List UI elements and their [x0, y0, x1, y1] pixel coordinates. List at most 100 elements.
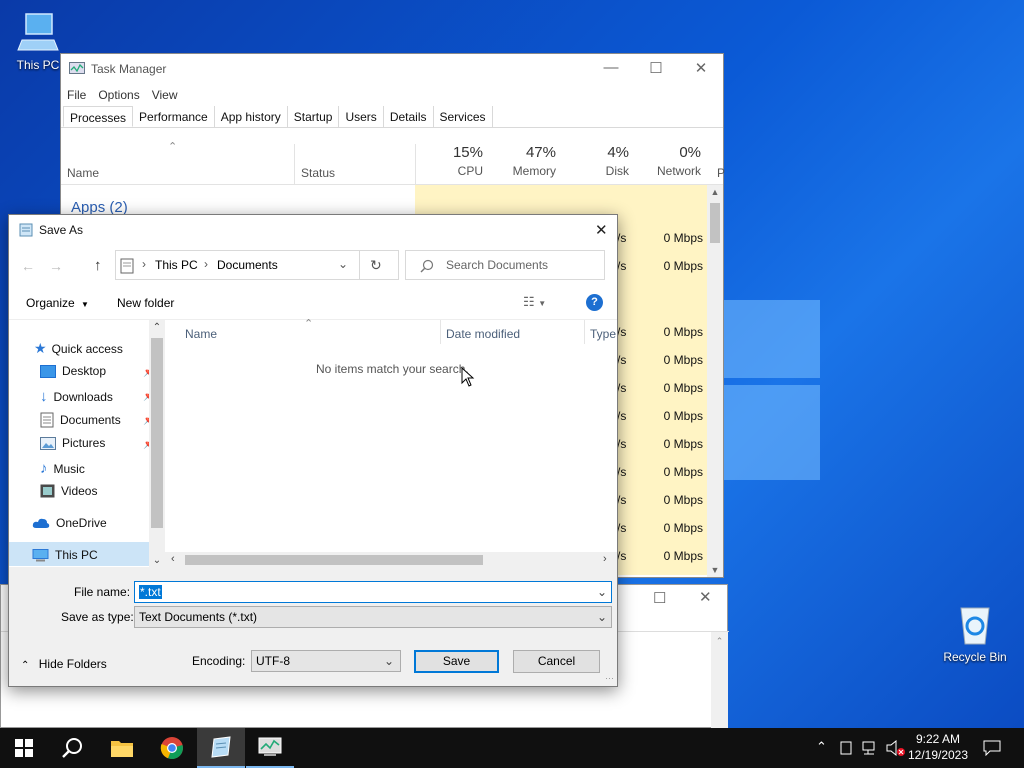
address-bar[interactable]: › This PC › Documents ⌄ ↻	[115, 250, 399, 280]
close-button[interactable]: ✕	[699, 588, 712, 606]
tab-processes[interactable]: Processes	[63, 106, 134, 127]
clock[interactable]: 9:22 AM 12/19/2023	[905, 731, 971, 763]
tab-details[interactable]: Details	[384, 106, 434, 127]
dialog-title: Save As	[39, 223, 84, 237]
close-button[interactable]: ✕	[678, 59, 724, 77]
column-header-power-truncated[interactable]: P	[717, 166, 725, 180]
resize-grip-icon[interactable]: ⋯	[605, 673, 614, 684]
network-value: 0 Mbps	[663, 381, 703, 395]
forward-arrow-icon[interactable]: →	[49, 258, 63, 274]
hide-folders-button[interactable]: ⌃ Hide Folders	[21, 657, 107, 671]
file-explorer-button[interactable]	[98, 728, 146, 768]
back-arrow-icon[interactable]: ←	[21, 258, 35, 274]
nav-music[interactable]: ♪ Music	[40, 460, 85, 477]
nav-desktop[interactable]: Desktop	[40, 364, 106, 378]
vertical-scrollbar[interactable]: ▲ ▼	[707, 185, 723, 577]
new-folder-button[interactable]: New folder	[117, 296, 174, 310]
notification-icon[interactable]	[983, 740, 1001, 756]
save-as-type-select[interactable]: Text Documents (*.txt) ⌄	[134, 606, 612, 628]
address-dropdown-icon[interactable]: ⌄	[338, 257, 348, 271]
column-header-type[interactable]: Type	[590, 327, 616, 341]
minimize-button[interactable]: —	[588, 59, 634, 76]
nav-videos[interactable]: Videos	[40, 484, 97, 498]
scroll-up-icon[interactable]: ⌃	[149, 322, 165, 333]
nav-quick-access[interactable]: ★ Quick access	[34, 340, 123, 357]
view-options-icon[interactable]: ☷ ▼	[523, 294, 546, 310]
close-button[interactable]: ✕	[595, 221, 608, 239]
task-manager-titlebar[interactable]: Task Manager — ☐ ✕	[61, 54, 723, 84]
scroll-left-icon[interactable]: ‹	[171, 553, 175, 565]
menu-view[interactable]: View	[152, 88, 178, 102]
nav-documents[interactable]: Documents	[40, 412, 121, 428]
desktop-icon-recycle-bin[interactable]: Recycle Bin	[937, 600, 1013, 664]
horizontal-scrollbar[interactable]: ‹ ›	[165, 552, 617, 568]
nav-onedrive[interactable]: OneDrive	[32, 516, 107, 530]
organize-button[interactable]: Organize ▼	[26, 296, 89, 310]
help-icon[interactable]: ?	[586, 294, 603, 311]
search-button[interactable]	[48, 728, 96, 768]
maximize-button[interactable]: ☐	[653, 589, 666, 607]
column-header-name[interactable]: Name	[67, 166, 99, 180]
tab-startup[interactable]: Startup	[288, 106, 340, 127]
chevron-up-icon[interactable]: ⌃	[816, 739, 827, 755]
tab-users[interactable]: Users	[339, 106, 384, 127]
nav-pictures[interactable]: Pictures	[40, 436, 105, 450]
nav-downloads[interactable]: ↓ Downloads	[40, 388, 113, 405]
task-manager-taskbar-button[interactable]	[246, 728, 294, 768]
column-header-status[interactable]: Status	[301, 166, 335, 180]
start-button[interactable]	[0, 728, 48, 768]
tablet-icon[interactable]	[840, 741, 852, 755]
folder-icon	[111, 741, 133, 757]
scrollbar-thumb[interactable]	[185, 555, 483, 565]
menu-options[interactable]: Options	[98, 88, 139, 102]
up-arrow-icon[interactable]: ↑	[94, 257, 102, 274]
vertical-scrollbar[interactable]: ⌃	[711, 632, 728, 728]
save-button[interactable]: Save	[414, 650, 499, 673]
column-header-disk[interactable]: 4% Disk	[561, 144, 629, 178]
nav-label: OneDrive	[56, 516, 107, 530]
volume-muted-icon[interactable]	[886, 740, 906, 756]
column-header-date-modified[interactable]: Date modified	[446, 327, 520, 341]
network-icon[interactable]	[862, 741, 880, 755]
nav-label: Downloads	[53, 389, 113, 404]
save-as-dialog[interactable]: Save As ✕ ← → ↑ › This PC › Documents ⌄ …	[8, 214, 618, 687]
navigation-pane[interactable]: ★ Quick access Desktop 📌 ↓ Downloads 📌 D…	[9, 319, 165, 568]
scroll-down-icon[interactable]: ▼	[707, 565, 723, 575]
network-value: 0 Mbps	[663, 353, 703, 367]
column-header-memory[interactable]: 47% Memory	[488, 144, 556, 178]
menu-file[interactable]: File	[67, 88, 86, 102]
computer-small-icon	[32, 548, 49, 561]
search-box[interactable]: Search Documents	[405, 250, 605, 280]
breadcrumb-this-pc[interactable]: This PC	[155, 258, 198, 272]
scroll-down-icon[interactable]: ⌄	[149, 555, 165, 566]
column-header-name[interactable]: Name	[185, 327, 217, 341]
notepad-taskbar-button[interactable]	[197, 728, 245, 768]
scroll-right-icon[interactable]: ›	[603, 553, 607, 565]
dialog-titlebar[interactable]: Save As ✕	[9, 215, 617, 245]
encoding-label: Encoding:	[192, 654, 246, 668]
file-name-input[interactable]: *.txt ⌄	[134, 581, 612, 603]
tab-performance[interactable]: Performance	[133, 106, 215, 127]
cancel-button[interactable]: Cancel	[513, 650, 600, 673]
tab-app-history[interactable]: App history	[215, 106, 288, 127]
nav-this-pc[interactable]: This PC	[32, 548, 98, 562]
network-value: 0 Mbps	[663, 259, 703, 273]
scroll-up-icon[interactable]: ▲	[707, 187, 723, 197]
disk-value-partial: /s	[617, 465, 627, 479]
column-header-cpu[interactable]: 15% CPU	[415, 144, 483, 178]
computer-icon	[17, 13, 59, 51]
chrome-button[interactable]	[148, 728, 196, 768]
scrollbar-thumb[interactable]	[710, 203, 720, 243]
file-list[interactable]: ⌃ Name Date modified Type No items match…	[165, 318, 617, 568]
tab-services[interactable]: Services	[434, 106, 493, 127]
nav-scrollbar[interactable]: ⌃ ⌄	[149, 320, 165, 568]
breadcrumb-documents[interactable]: Documents	[217, 258, 278, 272]
search-icon	[420, 259, 434, 273]
encoding-select[interactable]: UTF-8 ⌄	[251, 650, 401, 672]
column-header-network[interactable]: 0% Network	[633, 144, 701, 178]
scrollbar-thumb[interactable]	[151, 338, 163, 528]
maximize-button[interactable]: ☐	[633, 59, 679, 77]
refresh-icon[interactable]: ↻	[370, 257, 382, 274]
scroll-up-icon[interactable]: ⌃	[711, 636, 728, 647]
chevron-down-icon[interactable]: ⌄	[597, 582, 607, 602]
